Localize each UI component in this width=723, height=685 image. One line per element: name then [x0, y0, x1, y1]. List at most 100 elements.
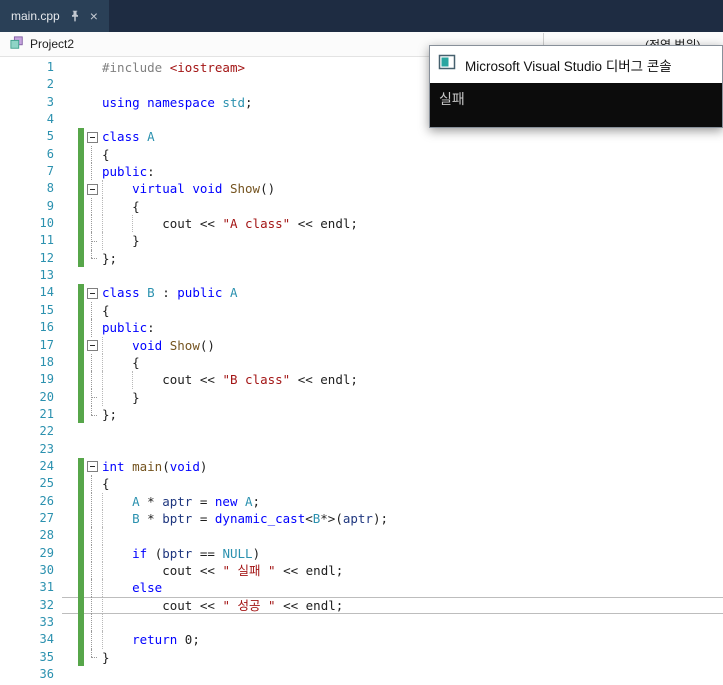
code-line[interactable]: 22: [0, 423, 723, 440]
line-number[interactable]: 25: [0, 475, 62, 492]
code-text[interactable]: class B : public A: [100, 284, 723, 301]
code-text[interactable]: cout << " 성공 " << endl;: [100, 596, 723, 614]
line-number[interactable]: 31: [0, 579, 62, 596]
line-number[interactable]: 12: [0, 250, 62, 267]
code-text[interactable]: {: [100, 146, 723, 163]
line-number[interactable]: 4: [0, 111, 62, 128]
code-line[interactable]: 17 void Show(): [0, 336, 723, 354]
code-text[interactable]: [100, 267, 723, 284]
code-text[interactable]: void Show(): [100, 336, 723, 354]
line-number[interactable]: 14: [0, 284, 62, 301]
code-text[interactable]: class A: [100, 128, 723, 145]
code-text[interactable]: };: [100, 406, 723, 423]
code-line[interactable]: 34 return 0;: [0, 631, 723, 649]
code-text[interactable]: if (bptr == NULL): [100, 544, 723, 562]
code-text[interactable]: A * aptr = new A;: [100, 492, 723, 510]
code-text[interactable]: [100, 666, 723, 683]
code-text[interactable]: public:: [100, 319, 723, 336]
line-number[interactable]: 15: [0, 302, 62, 319]
code-line[interactable]: 25 {: [0, 475, 723, 493]
code-line[interactable]: 19 cout << "B class" << endl;: [0, 371, 723, 389]
code-line[interactable]: 31 else: [0, 579, 723, 597]
line-number[interactable]: 30: [0, 562, 62, 579]
line-number[interactable]: 17: [0, 337, 62, 354]
code-text[interactable]: int main(void): [100, 458, 723, 475]
code-text[interactable]: [100, 441, 723, 458]
code-line[interactable]: 32 cout << " 성공 " << endl;: [0, 596, 723, 614]
line-number[interactable]: 3: [0, 94, 62, 111]
line-number[interactable]: 13: [0, 267, 62, 284]
line-number[interactable]: 1: [0, 59, 62, 76]
debug-console-titlebar[interactable]: Microsoft Visual Studio 디버그 콘솔: [430, 46, 722, 83]
line-number[interactable]: 33: [0, 614, 62, 631]
collapse-toggle-icon[interactable]: [86, 287, 98, 299]
code-line[interactable]: 12};: [0, 249, 723, 268]
code-line[interactable]: 33: [0, 614, 723, 632]
project-dropdown[interactable]: Project2: [10, 32, 74, 56]
line-number[interactable]: 36: [0, 666, 62, 683]
collapse-toggle-icon[interactable]: [86, 461, 98, 473]
code-line[interactable]: 5 class A: [0, 128, 723, 146]
code-line[interactable]: 9 {: [0, 197, 723, 216]
line-number[interactable]: 2: [0, 76, 62, 93]
line-number[interactable]: 24: [0, 458, 62, 475]
code-line[interactable]: 14 class B : public A: [0, 284, 723, 302]
code-line[interactable]: 28: [0, 527, 723, 545]
line-number[interactable]: 29: [0, 545, 62, 562]
code-line[interactable]: 16 public:: [0, 319, 723, 337]
code-line[interactable]: 6{: [0, 145, 723, 164]
code-line[interactable]: 24 int main(void): [0, 457, 723, 476]
code-text[interactable]: virtual void Show(): [100, 180, 723, 198]
code-text[interactable]: };: [100, 250, 723, 267]
code-line[interactable]: 23: [0, 441, 723, 458]
code-text[interactable]: cout << " 실패 " << endl;: [100, 561, 723, 580]
line-number[interactable]: 8: [0, 180, 62, 197]
code-editor[interactable]: 1 #include <iostream> 2 3 using namespace st…: [0, 57, 723, 685]
code-text[interactable]: public:: [100, 163, 723, 180]
code-line[interactable]: 15 {: [0, 301, 723, 320]
line-number[interactable]: 21: [0, 406, 62, 423]
code-text[interactable]: }: [100, 649, 723, 666]
code-line[interactable]: 27 B * bptr = dynamic_cast<B*>(aptr);: [0, 509, 723, 528]
code-line[interactable]: 11 }: [0, 232, 723, 250]
line-number[interactable]: 16: [0, 319, 62, 336]
code-text[interactable]: {: [100, 475, 723, 492]
line-number[interactable]: 27: [0, 510, 62, 527]
code-line[interactable]: 36: [0, 666, 723, 683]
line-number[interactable]: 7: [0, 163, 62, 180]
collapse-toggle-icon[interactable]: [86, 339, 98, 351]
line-number[interactable]: 11: [0, 232, 62, 249]
line-number[interactable]: 20: [0, 389, 62, 406]
line-number[interactable]: 22: [0, 423, 62, 440]
code-text[interactable]: [100, 614, 723, 632]
code-line[interactable]: 10 cout << "A class" << endl;: [0, 215, 723, 233]
code-line[interactable]: 29 if (bptr == NULL): [0, 544, 723, 562]
line-number[interactable]: 19: [0, 371, 62, 388]
code-line[interactable]: 30 cout << " 실패 " << endl;: [0, 561, 723, 580]
code-line[interactable]: 7 public:: [0, 163, 723, 181]
line-number[interactable]: 26: [0, 493, 62, 510]
pin-icon[interactable]: [69, 10, 81, 22]
code-line[interactable]: 21};: [0, 405, 723, 424]
code-text[interactable]: cout << "B class" << endl;: [100, 371, 723, 389]
code-text[interactable]: cout << "A class" << endl;: [100, 215, 723, 233]
line-number[interactable]: 9: [0, 198, 62, 215]
line-number[interactable]: 28: [0, 527, 62, 544]
code-line[interactable]: 18 {: [0, 353, 723, 372]
collapse-toggle-icon[interactable]: [86, 183, 98, 195]
line-number[interactable]: 23: [0, 441, 62, 458]
line-number[interactable]: 18: [0, 354, 62, 371]
line-number[interactable]: 6: [0, 146, 62, 163]
code-text[interactable]: {: [100, 302, 723, 319]
code-text[interactable]: }: [100, 232, 723, 250]
line-number[interactable]: 34: [0, 631, 62, 648]
code-text[interactable]: return 0;: [100, 631, 723, 649]
code-text[interactable]: [100, 423, 723, 440]
code-line[interactable]: 20 }: [0, 388, 723, 406]
code-line[interactable]: 13: [0, 267, 723, 284]
code-text[interactable]: {: [100, 353, 723, 372]
line-number[interactable]: 5: [0, 128, 62, 145]
code-text[interactable]: }: [100, 388, 723, 406]
code-line[interactable]: 35}: [0, 648, 723, 667]
line-number[interactable]: 32: [0, 597, 62, 614]
